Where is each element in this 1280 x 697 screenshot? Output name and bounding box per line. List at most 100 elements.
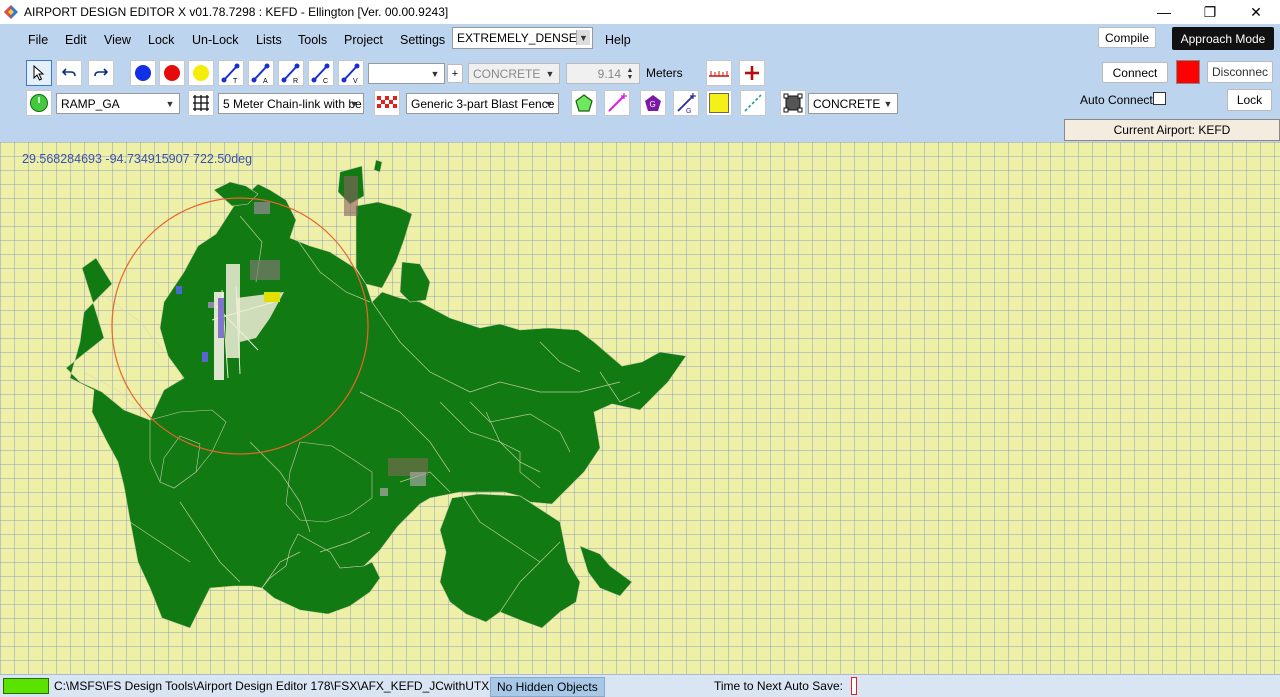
minimize-button[interactable]: — xyxy=(1141,0,1187,24)
blast-fence-select[interactable]: Generic 3-part Blast Fence ▼ xyxy=(406,93,559,114)
apron-surface-value: CONCRETE xyxy=(813,96,881,111)
chevron-down-icon: ▼ xyxy=(576,30,590,45)
menu-view[interactable]: View xyxy=(104,33,131,47)
path-c-icon: C xyxy=(311,63,330,84)
menu-settings[interactable]: Settings xyxy=(400,33,445,47)
runway-path-button[interactable]: R xyxy=(278,60,304,86)
fence-type-value: 5 Meter Chain-link with be xyxy=(223,96,362,111)
add-button[interactable]: + xyxy=(447,64,463,83)
blast-fence-value: Generic 3-part Blast Fence xyxy=(411,96,555,111)
svg-text:T: T xyxy=(233,78,238,84)
menu-unlock[interactable]: Un-Lock xyxy=(192,33,239,47)
chevron-down-icon: ▼ xyxy=(349,98,359,109)
path-name-select[interactable]: ▼ xyxy=(368,63,445,84)
yellow-dot-icon xyxy=(193,65,209,81)
auto-save-label: Time to Next Auto Save: xyxy=(714,679,843,693)
apron-path-button[interactable]: A xyxy=(248,60,274,86)
compile-button[interactable]: Compile xyxy=(1098,27,1156,48)
dashed-line-tool-button[interactable] xyxy=(740,90,766,116)
redo-button[interactable] xyxy=(88,60,114,86)
window-title: AIRPORT DESIGN EDITOR X v01.78.7298 : KE… xyxy=(24,5,449,19)
path-v-icon: V xyxy=(341,63,360,84)
fence-type-select[interactable]: 5 Meter Chain-link with be ▼ xyxy=(218,93,364,114)
path-surface-select[interactable]: CONCRETE ▼ xyxy=(468,63,560,84)
current-airport-label: Current Airport: KEFD xyxy=(1064,119,1280,141)
ramp-tool-button[interactable] xyxy=(26,90,52,116)
menu-file[interactable]: File xyxy=(28,33,48,47)
connection-status-indicator xyxy=(1176,60,1200,84)
red-dot-icon xyxy=(164,65,180,81)
svg-text:V: V xyxy=(353,78,358,84)
teal-dashed-line-icon xyxy=(744,94,762,112)
menu-edit[interactable]: Edit xyxy=(65,33,87,47)
undo-button[interactable] xyxy=(56,60,82,86)
map-canvas[interactable]: 29.568284693 -94.734915907 722.50deg xyxy=(0,142,1280,674)
auto-save-progress xyxy=(851,677,857,695)
menu-project[interactable]: Project xyxy=(344,33,383,47)
parking-clock-icon xyxy=(30,94,48,112)
red-marker-button[interactable] xyxy=(159,60,185,86)
stepper-arrows-icon[interactable]: ▲ ▼ xyxy=(623,66,637,81)
taxi-path-button[interactable]: T xyxy=(218,60,244,86)
chevron-down-icon: ▼ xyxy=(545,68,555,79)
blue-marker-button[interactable] xyxy=(130,60,156,86)
width-unit-label: Meters xyxy=(646,66,683,80)
menu-lock[interactable]: Lock xyxy=(148,33,174,47)
connect-button[interactable]: Connect xyxy=(1102,62,1168,83)
red-cross-icon xyxy=(745,66,759,80)
path-r-icon: R xyxy=(281,63,300,84)
menu-lists[interactable]: Lists xyxy=(256,33,282,47)
close-button[interactable]: ✕ xyxy=(1233,0,1279,24)
apron-surface-select[interactable]: CONCRETE ▼ xyxy=(808,93,898,114)
chevron-down-icon: ▼ xyxy=(165,98,175,109)
density-select[interactable]: EXTREMELY_DENSE ▼ xyxy=(452,27,593,49)
path-surface-value: CONCRETE xyxy=(473,66,541,81)
path-t-icon: T xyxy=(221,63,240,84)
svg-text:G: G xyxy=(650,100,656,109)
add-marker-button[interactable] xyxy=(739,60,765,86)
vehicle-path-button[interactable]: V xyxy=(338,60,364,86)
chevron-down-icon: ▼ xyxy=(883,98,893,109)
fence-grid-icon xyxy=(193,95,209,111)
measure-button[interactable] xyxy=(706,60,732,86)
menu-tools[interactable]: Tools xyxy=(298,33,327,47)
chevron-down-icon: ▼ xyxy=(544,98,554,109)
hidden-objects-status[interactable]: No Hidden Objects xyxy=(490,677,605,697)
width-value: 9.14 xyxy=(597,66,621,81)
title-bar: AIRPORT DESIGN EDITOR X v01.78.7298 : KE… xyxy=(0,0,1280,24)
progress-indicator xyxy=(3,678,49,694)
disconnect-button[interactable]: Disconnec xyxy=(1207,61,1273,83)
ground-line-g-icon: G xyxy=(677,93,696,114)
app-icon xyxy=(3,4,19,20)
yellow-fill-tool-button[interactable] xyxy=(706,90,732,116)
approach-mode-button[interactable]: Approach Mode xyxy=(1172,27,1274,50)
blast-fence-tool-button[interactable] xyxy=(374,90,400,116)
ground-poly-tool-button[interactable]: G xyxy=(640,90,666,116)
ground-line-tool-button[interactable]: G xyxy=(673,90,699,116)
width-stepper[interactable]: 9.14 ▲ ▼ xyxy=(566,63,640,84)
yellow-marker-button[interactable] xyxy=(188,60,214,86)
select-arrow-icon xyxy=(33,65,45,81)
maximize-button[interactable]: ❐ xyxy=(1187,0,1233,24)
auto-connect-label: Auto Connect xyxy=(1080,93,1153,107)
magenta-line-tool-button[interactable] xyxy=(604,90,630,116)
select-tool-button[interactable] xyxy=(26,60,52,86)
toolbar-area: File Edit View Lock Un-Lock Lists Tools … xyxy=(0,24,1280,142)
closed-path-button[interactable]: C xyxy=(308,60,334,86)
svg-text:A: A xyxy=(263,78,268,84)
svg-text:C: C xyxy=(323,78,328,84)
ramp-type-select[interactable]: RAMP_GA ▼ xyxy=(56,93,180,114)
menu-help[interactable]: Help xyxy=(605,33,631,47)
apron-tool-button[interactable] xyxy=(780,90,806,116)
lock-button[interactable]: Lock xyxy=(1227,89,1272,111)
fence-tool-button[interactable] xyxy=(188,90,214,116)
ruler-icon xyxy=(709,71,729,77)
magenta-line-icon xyxy=(608,93,627,112)
polygon-tool-button[interactable] xyxy=(571,90,597,116)
status-bar: C:\MSFS\FS Design Tools\Airport Design E… xyxy=(0,674,1280,697)
airport-scenery-map xyxy=(65,159,687,629)
svg-text:G: G xyxy=(686,108,691,114)
apron-square-icon xyxy=(783,93,803,113)
auto-connect-checkbox[interactable] xyxy=(1153,92,1166,105)
path-a-icon: A xyxy=(251,63,270,84)
